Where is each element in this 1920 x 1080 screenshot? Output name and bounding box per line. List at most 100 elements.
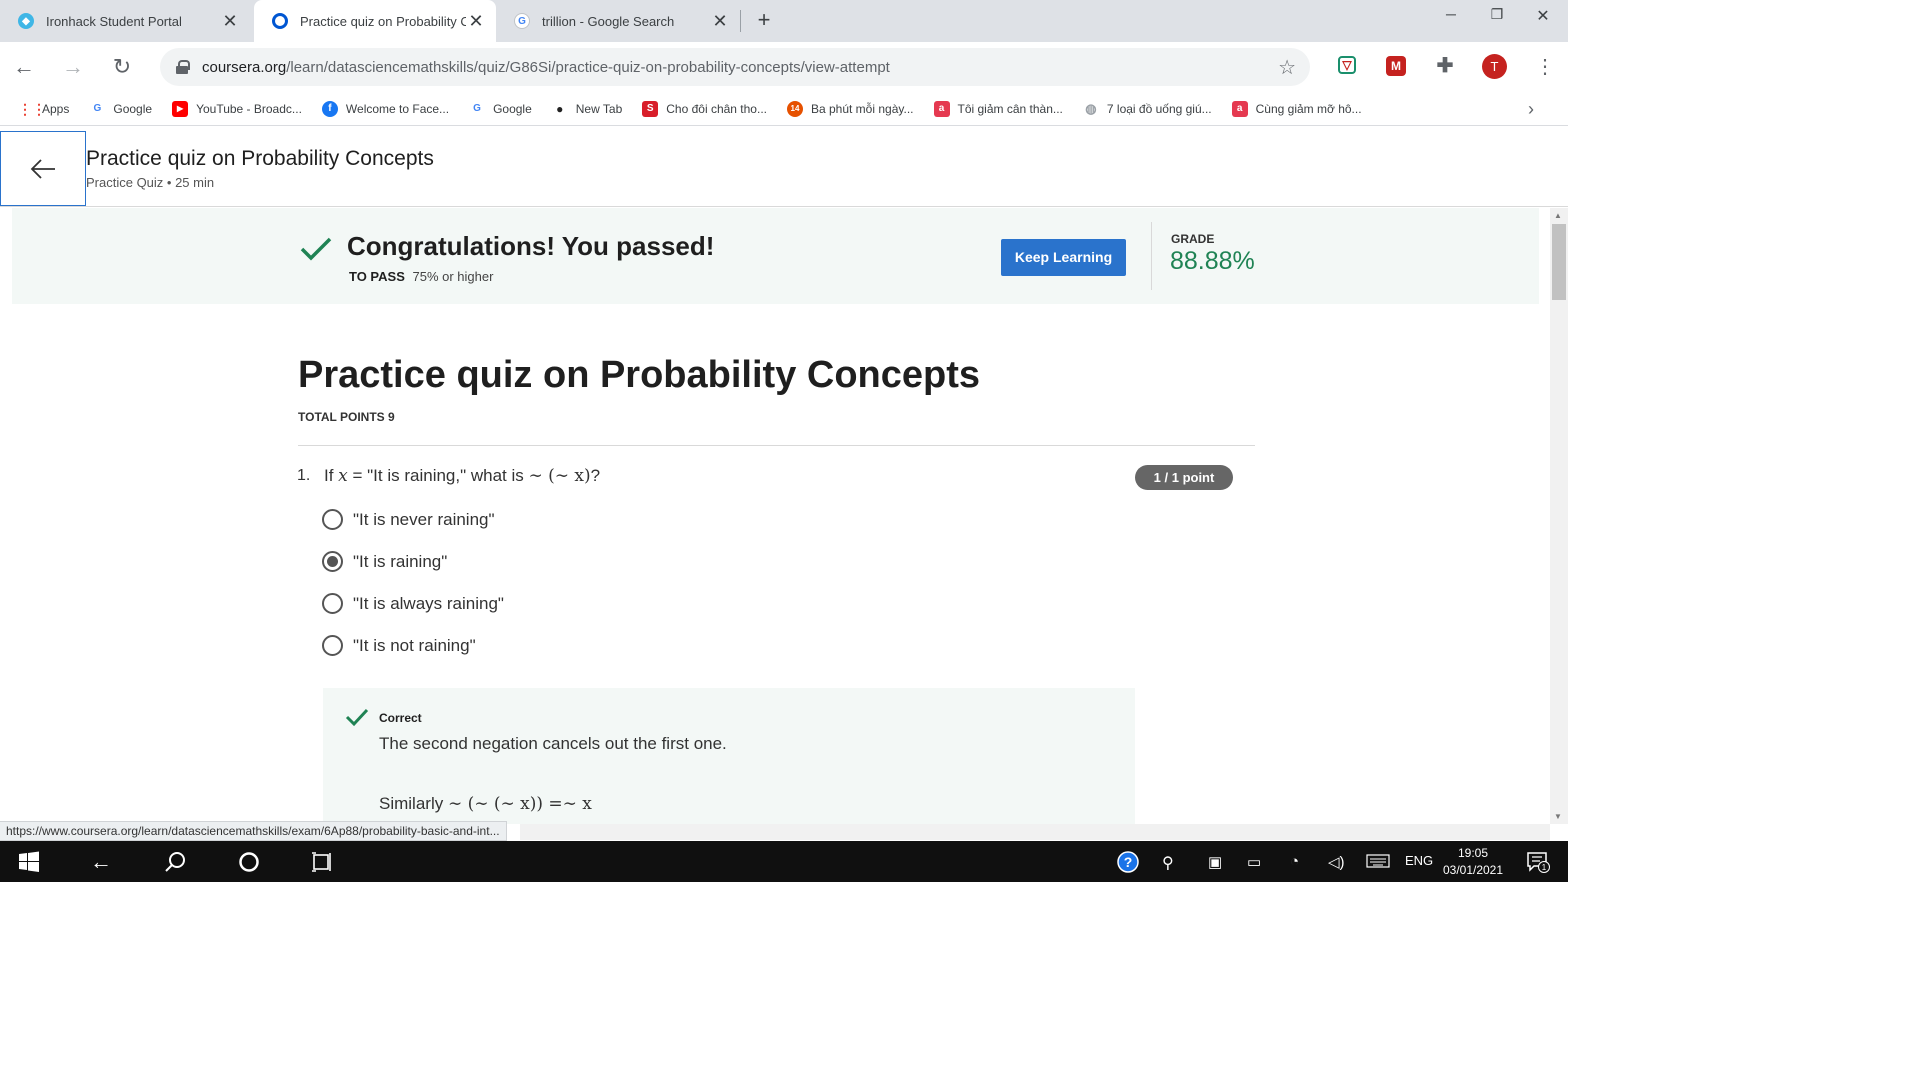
google-icon: G xyxy=(473,102,481,114)
total-points: TOTAL POINTS 9 xyxy=(298,410,395,424)
keyboard-icon[interactable] xyxy=(1366,854,1390,871)
close-tab-icon[interactable]: ✕ xyxy=(220,11,240,31)
pass-message: Congratulations! You passed! xyxy=(347,231,715,261)
option-label: "It is not raining" xyxy=(353,635,476,655)
extension-mcafee-icon[interactable]: M xyxy=(1386,56,1406,76)
main-content: Congratulations! You passed! TO PASS 75%… xyxy=(0,208,1550,824)
people-icon[interactable]: ⚲ xyxy=(1162,853,1174,873)
battery-icon[interactable]: ▭ xyxy=(1247,853,1261,871)
windows-start-icon[interactable] xyxy=(16,849,42,875)
grade-label: GRADE xyxy=(1171,232,1215,246)
bookmark-google-2[interactable]: G Google xyxy=(469,101,532,117)
a-icon: a xyxy=(1231,100,1248,117)
back-button[interactable] xyxy=(0,131,86,206)
notification-icon[interactable]: 1 xyxy=(1526,851,1550,876)
radio-button[interactable] xyxy=(322,509,343,530)
horizontal-scrollbar[interactable] xyxy=(520,824,1550,840)
vertical-scrollbar[interactable]: ▲ ▼ xyxy=(1550,208,1568,824)
header-title: Practice quiz on Probability Concepts xyxy=(86,147,434,170)
menu-kebab-icon[interactable]: ⋮ xyxy=(1535,54,1555,79)
feedback-text-math: Similarly ∼ (∼ (∼ x)) =∼ x xyxy=(379,794,592,814)
tab-google-search[interactable]: G trillion - Google Search ✕ xyxy=(496,0,740,42)
question-text: If x = "It is raining," what is ∼ (∼ x)? xyxy=(324,466,600,486)
maximize-icon[interactable]: ❐ xyxy=(1474,6,1520,30)
bookmark-cung-giam-mo[interactable]: a Cùng giảm mỡ hô... xyxy=(1231,100,1362,117)
bookmark-google[interactable]: G Google xyxy=(89,101,152,117)
bookmark-label: Cùng giảm mỡ hô... xyxy=(1255,101,1362,116)
checkmark-icon xyxy=(345,708,369,727)
bookmark-youtube[interactable]: ▶ YouTube - Broadc... xyxy=(172,100,302,117)
help-icon[interactable]: ? xyxy=(1117,851,1139,876)
extension-shield-icon[interactable]: ▽ xyxy=(1338,56,1356,74)
question-text-part: ? xyxy=(590,466,601,485)
arrow-left-icon xyxy=(30,158,55,179)
bookmark-label: 7 loại đồ uống giú... xyxy=(1106,101,1212,116)
answer-option[interactable]: "It is always raining" xyxy=(322,593,504,614)
cortana-icon[interactable] xyxy=(236,849,262,875)
close-tab-icon[interactable]: ✕ xyxy=(710,11,730,31)
search-icon[interactable] xyxy=(162,849,188,875)
s-icon: S xyxy=(642,100,659,117)
close-window-icon[interactable]: ✕ xyxy=(1520,6,1566,30)
back-arrow-icon[interactable]: ← xyxy=(88,849,114,875)
browser-toolbar: ← → ↻ coursera.org/learn/datasciencemath… xyxy=(0,42,1568,92)
bookmark-toi-giam-can[interactable]: a Tôi giảm cân thàn... xyxy=(933,100,1063,117)
radio-button-checked[interactable] xyxy=(322,551,343,572)
tab-separator xyxy=(740,10,741,32)
forward-icon[interactable]: → xyxy=(60,54,86,80)
bookmark-new-tab[interactable]: ● New Tab xyxy=(552,101,622,117)
clock[interactable]: 19:05 03/01/2021 xyxy=(1440,845,1506,879)
bookmark-7-loai[interactable]: ◍ 7 loại đồ uống giú... xyxy=(1083,101,1212,117)
reload-icon[interactable]: ↻ xyxy=(109,54,135,80)
minimize-icon[interactable]: ─ xyxy=(1428,6,1474,30)
meet-now-icon[interactable]: ▣ xyxy=(1208,853,1222,871)
language-indicator[interactable]: ENG xyxy=(1405,853,1433,868)
bookmark-apps[interactable]: ⋮⋮ Apps xyxy=(18,101,69,117)
bookmark-facebook[interactable]: f Welcome to Face... xyxy=(321,100,449,117)
feedback-text-part: Similarly xyxy=(379,794,448,813)
google-icon: G xyxy=(514,13,530,29)
task-view-icon[interactable] xyxy=(309,849,335,875)
bookmark-label: Cho đôi chân tho... xyxy=(666,101,767,116)
wifi-icon[interactable]: ◔ xyxy=(1290,853,1299,870)
task-view-glyph-icon xyxy=(312,852,331,872)
answer-option[interactable]: "It is never raining" xyxy=(322,509,495,530)
radio-button[interactable] xyxy=(322,593,343,614)
to-pass-label: TO PASS xyxy=(349,269,405,284)
bookmark-cho-doi-chan[interactable]: S Cho đôi chân tho... xyxy=(642,100,767,117)
feedback-box: Correct The second negation cancels out … xyxy=(323,688,1135,824)
bookmark-star-icon[interactable]: ☆ xyxy=(1278,55,1296,80)
tab-title: trillion - Google Search xyxy=(542,13,675,29)
bookmark-label: YouTube - Broadc... xyxy=(196,101,302,116)
scroll-up-icon[interactable]: ▲ xyxy=(1554,211,1562,220)
to-pass-info: TO PASS 75% or higher xyxy=(349,269,493,284)
close-tab-icon[interactable]: ✕ xyxy=(466,11,486,31)
question-text-part: If xyxy=(324,466,339,485)
keep-learning-button[interactable]: Keep Learning xyxy=(1001,239,1126,276)
bookmark-label: New Tab xyxy=(575,101,623,116)
answer-option[interactable]: "It is not raining" xyxy=(322,635,476,656)
option-label: "It is raining" xyxy=(353,551,448,571)
tab-coursera[interactable]: Practice quiz on Probability Co ✕ xyxy=(254,0,496,42)
question-number: 1. xyxy=(297,467,311,484)
math-expression: ∼ (∼ (∼ x)) =∼ x xyxy=(447,794,592,814)
back-icon[interactable]: ← xyxy=(11,54,37,80)
tab-ironhack[interactable]: ◆ Ironhack Student Portal ✕ xyxy=(0,0,250,42)
volume-icon[interactable]: ◁) xyxy=(1328,853,1345,871)
pass-banner: Congratulations! You passed! TO PASS 75%… xyxy=(12,208,1539,304)
option-label: "It is always raining" xyxy=(353,593,504,613)
new-tab-icon[interactable]: + xyxy=(752,9,776,33)
profile-avatar[interactable]: T xyxy=(1482,54,1507,79)
address-bar[interactable]: coursera.org/learn/datasciencemathskills… xyxy=(160,48,1310,86)
scroll-down-icon[interactable]: ▼ xyxy=(1554,812,1562,821)
extensions-puzzle-icon[interactable]: ✚ xyxy=(1435,56,1455,76)
bookmark-ba-phut[interactable]: 14 Ba phút mỗi ngày... xyxy=(786,100,914,117)
notification-count: 1 xyxy=(1542,863,1547,872)
chevron-right-icon[interactable]: › xyxy=(1528,99,1534,120)
scroll-thumb[interactable] xyxy=(1552,224,1566,300)
14-icon: 14 xyxy=(786,100,803,117)
radio-button[interactable] xyxy=(322,635,343,656)
url-path: /learn/datasciencemathskills/quiz/G86Si/… xyxy=(286,58,890,76)
answer-option[interactable]: "It is raining" xyxy=(322,551,447,572)
status-bar-url: https://www.coursera.org/learn/datascien… xyxy=(0,821,507,841)
